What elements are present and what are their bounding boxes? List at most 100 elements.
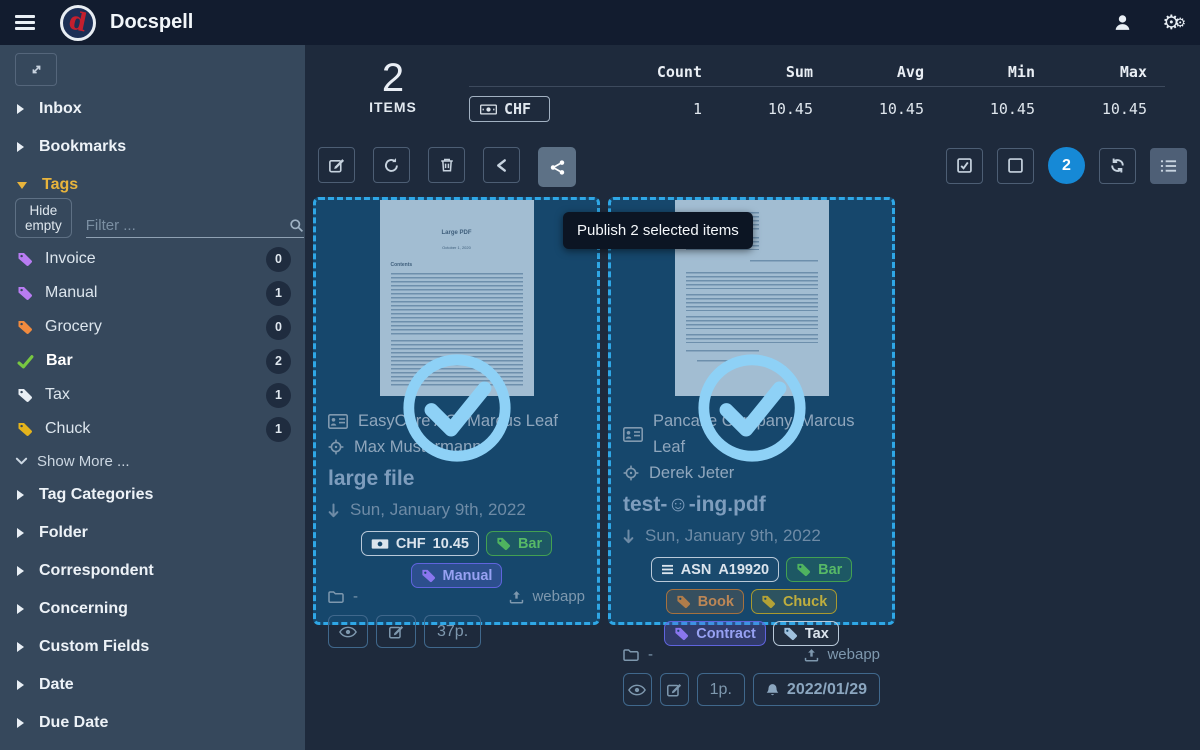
- user-icon[interactable]: [1113, 13, 1132, 32]
- sidebar: Inbox Bookmarks Tags Hide empty Invoice …: [0, 45, 305, 750]
- edit-selected-button[interactable]: [318, 147, 355, 183]
- sidebar-item-due-date[interactable]: Due Date: [0, 704, 305, 742]
- tag-count-badge: 0: [266, 315, 291, 340]
- upload-icon: [509, 590, 524, 604]
- bell-icon: [766, 683, 779, 697]
- caret-down-icon: [17, 182, 27, 189]
- list-view-button[interactable]: [1150, 148, 1187, 184]
- item-card-large-file[interactable]: Large PDF October 1, 2020 Contents EasyC…: [313, 197, 600, 625]
- tag-row-tax[interactable]: Tax 1: [0, 378, 305, 412]
- stats-panel: 2 ITEMS Count Sum Avg Min Max CHF 1 10.4…: [305, 45, 1200, 131]
- share-icon: [549, 159, 566, 176]
- source-value: webapp: [532, 588, 585, 605]
- val-sum: 10.45: [720, 100, 831, 118]
- tag-icon: [421, 568, 436, 583]
- edit-icon: [328, 157, 345, 174]
- col-max: Max: [1053, 63, 1165, 81]
- deselect-all-button[interactable]: [997, 148, 1034, 184]
- item-title[interactable]: test-☺-ing.pdf: [623, 493, 880, 517]
- invert-selection-button[interactable]: [1099, 148, 1136, 184]
- tag-row-bar-selected[interactable]: Bar 2: [0, 344, 305, 378]
- caret-right-icon: [17, 604, 24, 614]
- stats-table: Count Sum Avg Min Max CHF 1 10.45 10.45 …: [469, 57, 1165, 131]
- stats-row-chf: CHF 1 10.45 10.45 10.45 10.45: [469, 87, 1165, 131]
- arrow-down-icon: [328, 503, 339, 518]
- chevron-left-icon: [495, 158, 508, 173]
- tag-chip-book: Book: [666, 589, 744, 614]
- tag-row-grocery[interactable]: Grocery 0: [0, 310, 305, 344]
- col-count: Count: [609, 63, 720, 81]
- sidebar-item-correspondent[interactable]: Correspondent: [0, 552, 305, 590]
- item-date: Sun, January 9th, 2022: [328, 500, 585, 520]
- show-more-link[interactable]: Show More ...: [0, 446, 305, 476]
- tag-row-invoice[interactable]: Invoice 0: [0, 242, 305, 276]
- share-button[interactable]: [538, 147, 576, 187]
- money-icon: [371, 538, 389, 550]
- preview-button[interactable]: [623, 673, 652, 706]
- sidebar-item-concerning[interactable]: Concerning: [0, 590, 305, 628]
- main-content: 2 ITEMS Count Sum Avg Min Max CHF 1 10.4…: [305, 45, 1200, 750]
- hamburger-menu-icon[interactable]: [15, 12, 35, 34]
- correspondent-line: EasyCare AG, Marcus Leaf: [328, 408, 585, 434]
- tag-icon: [676, 594, 691, 609]
- tag-icon: [17, 421, 33, 437]
- tag-filter: [86, 217, 304, 238]
- sidebar-item-inbox[interactable]: Inbox: [0, 90, 305, 128]
- upload-icon: [804, 648, 819, 662]
- checkbox-checked-icon: [956, 157, 973, 174]
- redo-icon: [383, 157, 400, 174]
- currency-chip[interactable]: CHF: [469, 96, 550, 122]
- merge-button[interactable]: [483, 147, 520, 183]
- val-max: 10.45: [1053, 100, 1165, 118]
- search-icon: [289, 218, 304, 233]
- sidebar-item-folder[interactable]: Folder: [0, 514, 305, 552]
- tag-count-badge: 1: [266, 383, 291, 408]
- address-card-icon: [623, 427, 643, 442]
- settings-gears-icon[interactable]: ⚙⚙: [1162, 13, 1180, 33]
- concerning-line: Max Mustermann: [328, 434, 585, 460]
- tag-chip-bar: Bar: [486, 531, 552, 556]
- page-count-badge: 1p.: [697, 673, 745, 706]
- tag-row-chuck[interactable]: Chuck 1: [0, 412, 305, 446]
- page-count-badge: 37p.: [424, 615, 481, 648]
- sync-icon: [1109, 157, 1126, 174]
- select-all-button[interactable]: [946, 148, 983, 184]
- preview-button[interactable]: [328, 615, 368, 648]
- address-card-icon: [328, 414, 348, 429]
- money-icon: [480, 104, 497, 115]
- edit-item-button[interactable]: [376, 615, 416, 648]
- item-card-test-ing-pdf[interactable]: Pancake Company, Marcus Leaf Derek Jeter…: [608, 197, 895, 625]
- sidebar-item-date[interactable]: Date: [0, 666, 305, 704]
- square-icon: [1007, 157, 1024, 174]
- tag-count-badge: 0: [266, 247, 291, 272]
- eye-icon: [339, 626, 357, 638]
- eye-icon: [628, 684, 646, 696]
- publish-tooltip: Publish 2 selected items: [563, 212, 753, 249]
- selected-count-badge[interactable]: 2: [1048, 147, 1085, 184]
- concerning-line: Derek Jeter: [623, 460, 880, 486]
- crosshair-icon: [328, 439, 344, 455]
- val-count: 1: [609, 100, 720, 118]
- edit-item-button[interactable]: [660, 673, 689, 706]
- reprocess-button[interactable]: [373, 147, 410, 183]
- delete-button[interactable]: [428, 147, 465, 183]
- tag-filter-input[interactable]: [86, 217, 285, 234]
- check-icon: [17, 353, 34, 370]
- tag-count-badge: 1: [266, 281, 291, 306]
- sidebar-item-source[interactable]: Source: [0, 742, 305, 750]
- caret-right-icon: [17, 104, 24, 114]
- sidebar-item-custom-fields[interactable]: Custom Fields: [0, 628, 305, 666]
- hide-empty-button[interactable]: Hide empty: [15, 198, 72, 238]
- item-title[interactable]: large file: [328, 467, 585, 491]
- tag-chip-tax: Tax: [773, 621, 839, 646]
- top-navbar: d Docspell ⚙⚙: [0, 0, 1200, 45]
- trash-icon: [439, 157, 455, 173]
- crosshair-icon: [623, 465, 639, 481]
- arrow-down-icon: [623, 529, 634, 544]
- edit-icon: [666, 682, 682, 698]
- sidebar-item-tag-categories[interactable]: Tag Categories: [0, 476, 305, 514]
- tag-row-manual[interactable]: Manual 1: [0, 276, 305, 310]
- sidebar-item-bookmarks[interactable]: Bookmarks: [0, 128, 305, 166]
- collapse-sidebar-button[interactable]: [15, 53, 57, 86]
- folder-icon: [328, 590, 344, 603]
